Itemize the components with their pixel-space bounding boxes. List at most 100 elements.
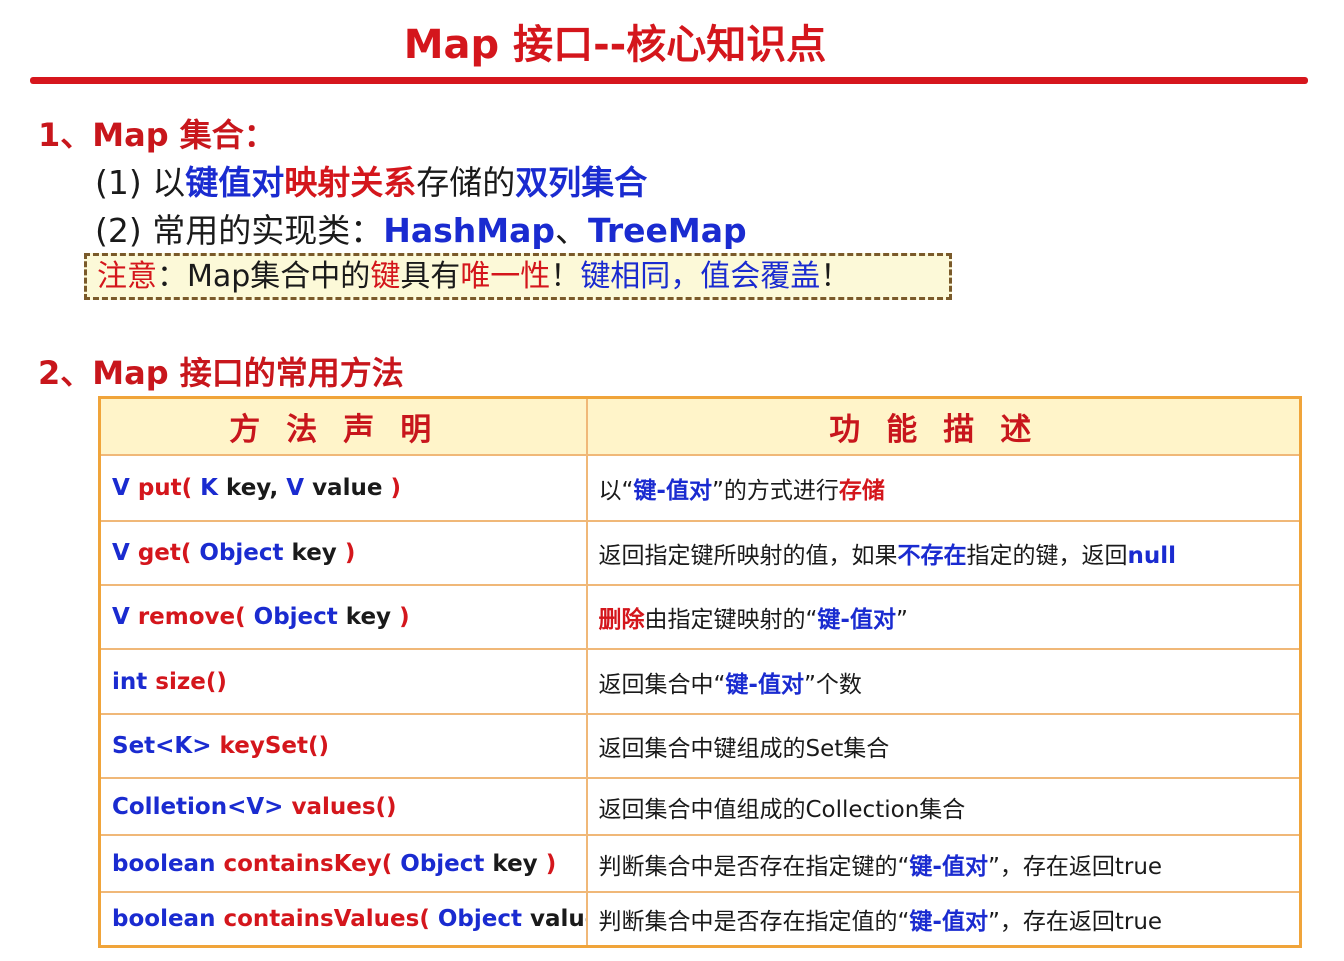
method-signature: boolean containsValues( Object value ): [98, 891, 588, 947]
signature-part: Object: [400, 850, 493, 877]
method-signature: boolean containsKey( Object key ): [98, 834, 588, 893]
signature-part: remove(: [137, 604, 254, 630]
signature-part: V: [112, 540, 138, 566]
description-part: null: [1127, 543, 1177, 569]
description-part: 返回集合中键组成的Set集合: [598, 736, 890, 762]
signature-part: int: [112, 668, 156, 695]
description-part: ”个数: [803, 671, 862, 698]
note-excl2: ！: [820, 259, 851, 294]
note-text2: 具有: [400, 259, 461, 294]
method-description: 以“键-值对”的方式进行存储: [585, 454, 1302, 522]
description-part: ”: [895, 607, 908, 633]
method-description: 返回指定键所映射的值，如果不存在指定的键，返回null: [585, 520, 1302, 586]
impl-hashmap: HashMap: [383, 211, 555, 250]
method-description: 判断集合中是否存在指定键的“键-值对”，存在返回true: [585, 834, 1302, 893]
section2-heading: 2、Map 接口的常用方法: [38, 354, 404, 392]
signature-part: get(: [137, 540, 200, 566]
description-part: 由指定键映射的“: [644, 607, 818, 633]
signature-part: V: [112, 475, 138, 501]
signature-part: containsKey(: [223, 850, 401, 877]
method-description: 返回集合中值组成的Collection集合: [585, 777, 1302, 836]
signature-part: key: [291, 540, 345, 566]
table-row: V put( K key, V value ) 以“键-值对”的方式进行存储: [98, 454, 1302, 522]
table-row: Colletion<V> values() 返回集合中值组成的Collection…: [98, 777, 1302, 836]
line2-sep: 、: [555, 211, 588, 250]
note-unique: 唯一性: [460, 259, 551, 294]
signature-part: value: [312, 475, 391, 501]
line1-prefix: (1) 以: [95, 163, 186, 202]
table-row: boolean containsKey( Object key ) 判断集合中是否…: [98, 834, 1302, 893]
description-part: ”的方式进行: [711, 478, 839, 504]
table-row: int size() 返回集合中“键-值对”个数: [98, 648, 1302, 715]
description-part: 返回集合中“: [598, 671, 726, 698]
description-part: 键-值对: [909, 853, 988, 880]
line1-mapping: 映射关系: [284, 163, 417, 202]
note-label: 注意: [97, 259, 157, 294]
page-title: Map 接口--核心知识点: [403, 22, 827, 68]
impl-treemap: TreeMap: [588, 211, 747, 250]
signature-part: key,: [226, 475, 287, 501]
description-part: 指定的键，返回: [966, 543, 1128, 569]
table-row: V get( Object key ) 返回指定键所映射的值，如果不存在指定的键，…: [98, 520, 1302, 586]
method-signature: int size(): [98, 648, 588, 715]
description-part: 以“: [598, 478, 634, 504]
signature-part: ): [344, 540, 356, 566]
description-part: 键-值对: [817, 607, 896, 633]
signature-part: ): [399, 604, 410, 630]
signature-part: ): [545, 850, 557, 877]
section1-line2: (2) 常用的实现类：HashMap、TreeMap: [95, 204, 747, 252]
description-part: 判断集合中是否存在指定键的“: [598, 853, 910, 880]
signature-part: K: [200, 475, 227, 501]
signature-part: V: [112, 604, 138, 630]
note-key: 键: [370, 259, 401, 294]
signature-part: containsValues(: [223, 905, 438, 932]
signature-part: key: [345, 604, 400, 630]
header-description: 功能描述: [585, 396, 1302, 456]
description-part: 返回指定键所映射的值，如果: [598, 543, 898, 569]
signature-part: put(: [137, 475, 201, 501]
description-part: ”，存在返回true: [987, 853, 1163, 880]
signature-part: keySet(): [219, 733, 329, 759]
signature-part: Object: [437, 905, 530, 932]
method-signature: V get( Object key ): [98, 520, 588, 586]
note-override: 键相同，值会覆盖: [580, 259, 821, 294]
method-signature: Colletion<V> values(): [98, 777, 588, 836]
note-excl: ！: [550, 259, 581, 294]
signature-part: Object: [253, 604, 346, 630]
table-header-row: 方法声明 功能描述: [98, 396, 1302, 456]
line2-prefix: (2) 常用的实现类：: [95, 211, 384, 250]
table-row: V remove( Object key ) 删除由指定键映射的“键-值对”: [98, 584, 1302, 650]
signature-part: key: [492, 850, 546, 877]
title-divider: [30, 77, 1308, 84]
description-part: 键-值对: [633, 478, 712, 504]
description-part: 存储: [838, 478, 885, 504]
description-part: 键-值对: [909, 908, 988, 935]
section1-heading: 1、Map 集合：: [38, 116, 276, 154]
table-row: boolean containsValues( Object value ) 判断…: [98, 891, 1302, 947]
signature-part: size(): [155, 668, 227, 695]
description-part: 判断集合中是否存在指定值的“: [598, 908, 910, 935]
note-text1: Map集合中的: [187, 259, 371, 294]
description-part: 返回集合中值组成的Collection集合: [598, 796, 966, 823]
method-signature: Set<K> keySet(): [98, 713, 588, 779]
header-method: 方法声明: [98, 396, 588, 456]
signature-part: ): [390, 475, 401, 501]
line1-mid: 存储的: [416, 163, 516, 202]
method-description: 返回集合中键组成的Set集合: [585, 713, 1302, 779]
description-part: 键-值对: [725, 671, 804, 698]
method-description: 删除由指定键映射的“键-值对”: [585, 584, 1302, 650]
signature-part: value: [530, 905, 585, 932]
note-box: 注意：Map集合中的键具有唯一性！键相同，值会覆盖！: [84, 253, 952, 300]
signature-part: Colletion<V>: [112, 793, 292, 820]
description-part: 删除: [598, 607, 645, 633]
table-row: Set<K> keySet() 返回集合中键组成的Set集合: [98, 713, 1302, 779]
signature-part: Set<K>: [112, 733, 220, 759]
method-signature: V put( K key, V value ): [98, 454, 588, 522]
signature-part: boolean: [112, 850, 224, 877]
description-part: ”，存在返回true: [987, 908, 1163, 935]
signature-part: values(): [291, 793, 397, 820]
section1-line1: (1) 以键值对映射关系存储的双列集合: [95, 156, 647, 204]
signature-part: V: [286, 475, 313, 501]
method-signature: V remove( Object key ): [98, 584, 588, 650]
methods-table: 方法声明 功能描述 V put( K key, V value ) 以“键-值对”…: [98, 396, 1302, 948]
